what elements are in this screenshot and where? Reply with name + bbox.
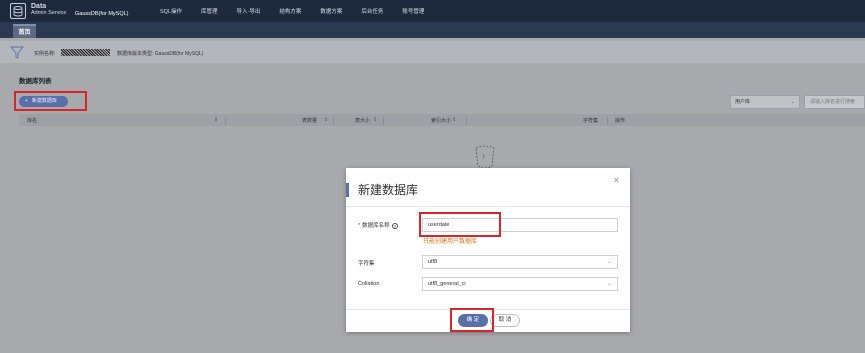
instance-name-label: 实例名称:	[34, 51, 56, 57]
db-version-type: 数据库版本类型: GaussDB(for MySQL)	[117, 51, 204, 57]
db-list-title: 数据库列表	[19, 78, 52, 85]
cancel-button[interactable]: 取 消	[490, 314, 520, 327]
collation-label: Collation	[358, 281, 380, 287]
database-logo-icon	[10, 3, 26, 19]
charset-label: 字符集	[358, 261, 375, 267]
dialog-title: 新建数据库	[358, 183, 419, 197]
col-name[interactable]: 库名	[27, 117, 37, 124]
funnel-icon	[10, 46, 24, 59]
col-index-size[interactable]: 索引大小	[431, 117, 451, 124]
charset-select[interactable]: utf8 ⌄	[422, 255, 618, 269]
sort-icon[interactable]: ⇕	[214, 117, 218, 123]
collation-select[interactable]: utf8_general_ci ⌄	[422, 277, 618, 291]
db-type-select[interactable]: 用户库 ⌄	[730, 95, 800, 109]
menu-tasks[interactable]: 后台任务	[361, 7, 383, 15]
dialog-accent	[346, 183, 349, 197]
sort-icon[interactable]: ⇕	[324, 117, 328, 123]
app-logo-text: Data Admin Service	[31, 3, 66, 17]
chevron-down-icon: ⌄	[606, 281, 612, 287]
close-icon[interactable]: ✕	[613, 176, 620, 185]
collation-value: utf8_general_ci	[428, 281, 466, 287]
svg-text:!: !	[483, 155, 485, 161]
charset-value: utf8	[428, 259, 438, 265]
menu-import-export[interactable]: 导入·导出	[237, 7, 261, 15]
sort-icon[interactable]: ⇕	[452, 117, 456, 123]
db-name-hint: 只能创建用户数据库	[423, 239, 478, 245]
help-icon[interactable]: ?	[391, 222, 398, 229]
menu-accounts[interactable]: 账号管理	[402, 7, 424, 15]
logo-line2: Admin Service	[31, 10, 67, 16]
menu-data-plan[interactable]: 数据方案	[320, 7, 342, 15]
top-menu: SQL操作 库管理 导入·导出 结构方案 数据方案 后台任务 账号管理	[160, 7, 443, 15]
table-header: 库名 ⇕ 表数量 ⇕ 表大小 ⇕ 索引大小 ⇕ 字符集 操作	[19, 114, 865, 126]
db-type-value: 用户库	[735, 99, 751, 105]
tab-strip	[0, 22, 865, 38]
sort-icon[interactable]: ⇕	[373, 117, 377, 123]
col-table-count[interactable]: 表数量	[302, 117, 317, 124]
chevron-down-icon: ⌄	[790, 99, 795, 105]
menu-db-manage[interactable]: 库管理	[201, 7, 218, 15]
dialog-divider	[346, 206, 630, 207]
menu-structure[interactable]: 结构方案	[279, 7, 301, 15]
logo-line1: Data	[31, 3, 47, 10]
chevron-down-icon: ⌄	[606, 259, 612, 265]
col-table-size[interactable]: 表大小	[355, 117, 370, 124]
masked-instance-name	[61, 49, 110, 56]
highlight-confirm	[450, 308, 494, 332]
col-actions: 操作	[615, 118, 626, 124]
db-name-label: * 数据库名称?	[358, 222, 398, 229]
db-name-label-text: 数据库名称	[362, 223, 390, 229]
tab-home[interactable]: 首页	[13, 24, 36, 38]
instance-type[interactable]: GaussDB(for MySQL)	[75, 11, 128, 17]
menu-sql[interactable]: SQL操作	[160, 7, 182, 15]
search-input[interactable]: 请输入库名进行搜索	[804, 95, 865, 109]
highlight-new-db	[14, 91, 87, 111]
highlight-db-name	[419, 212, 501, 237]
col-charset: 字符集	[583, 118, 599, 124]
